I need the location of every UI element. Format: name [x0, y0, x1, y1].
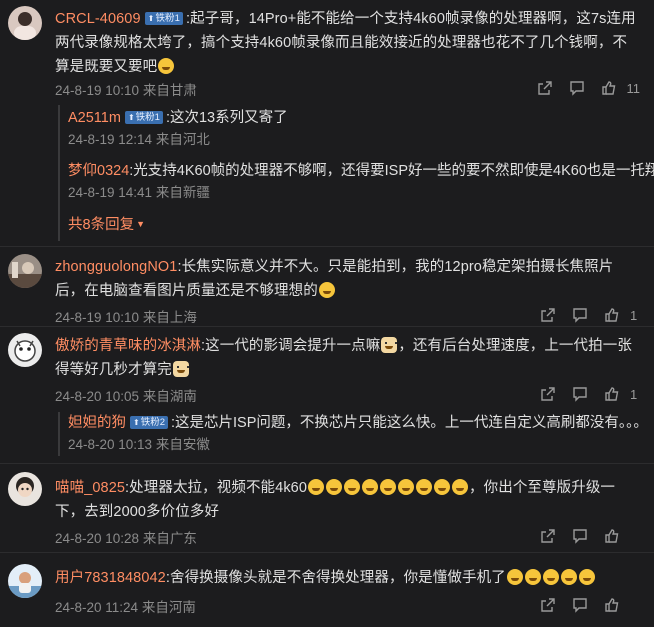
like-count: 1	[630, 386, 638, 402]
comment-body: :这一代的影调会提升一点嘛	[201, 338, 381, 354]
emoji	[380, 479, 397, 495]
emoji	[452, 479, 469, 495]
share-icon[interactable]	[532, 304, 564, 326]
emoji	[362, 479, 379, 495]
like-icon[interactable]	[596, 304, 628, 326]
emoji	[344, 479, 361, 495]
comment-meta: 24-8-19 10:10 来自上海	[55, 310, 197, 325]
username[interactable]: 用户7831848042	[55, 570, 166, 586]
reply-meta: 24-8-19 14:41 来自新疆	[68, 185, 210, 200]
comment-icon[interactable]	[561, 77, 593, 99]
emoji	[416, 479, 433, 495]
fan-badge: ⬆铁粉2	[130, 416, 168, 429]
comment-icon[interactable]	[564, 594, 596, 616]
comment-actions: 1	[532, 383, 640, 405]
badge-label: 铁粉2	[140, 417, 165, 428]
reply-body: :这次13系列又寄了	[165, 110, 288, 126]
like-icon[interactable]	[593, 77, 625, 99]
reply-item: A2511m ⬆铁粉1:这次13系列又寄了 24-8-19 12:14 来自河北	[68, 107, 642, 150]
emoji	[542, 569, 559, 585]
comment-body: :起子哥，14Pro+能不能给一个支持4k60帧录像的处理器啊，这7s连用两代录…	[55, 11, 636, 75]
reply-body: :这是芯片ISP问题，不换芯片只能这么快。上一代连自定义高刷都没有。。。	[171, 415, 648, 431]
divider	[0, 246, 654, 247]
divider	[0, 463, 654, 464]
like-icon[interactable]	[596, 594, 628, 616]
comment-meta: 24-8-20 10:05 来自湖南	[55, 389, 197, 404]
emoji	[326, 479, 343, 495]
reply-text: 妲妲的狗 ⬆铁粉2:这是芯片ISP问题，不换芯片只能这么快。上一代连自定义高刷都没…	[68, 412, 648, 434]
comment-meta: 24-8-19 10:10 来自甘肃	[55, 83, 197, 98]
reply-item: 妲妲的狗 ⬆铁粉2:这是芯片ISP问题，不换芯片只能这么快。上一代连自定义高刷都没…	[68, 412, 648, 455]
like-icon[interactable]	[596, 383, 628, 405]
reply-item: 梦仰0324:光支持4K60帧的处理器不够啊，还得要ISP好一些的要不然即使是4…	[68, 160, 654, 203]
emoji	[308, 479, 325, 495]
username[interactable]: CRCL-40609	[55, 11, 141, 27]
like-count: 1	[630, 307, 638, 323]
avatar[interactable]	[8, 333, 42, 367]
comment-text: CRCL-40609 ⬆铁粉1:起子哥，14Pro+能不能给一个支持4k60帧录像…	[55, 7, 636, 79]
view-more-replies[interactable]: 共8条回复 ▼	[68, 213, 642, 234]
emoji	[434, 479, 451, 495]
avatar[interactable]	[8, 564, 42, 598]
share-icon[interactable]	[532, 594, 564, 616]
comment-actions: 11	[529, 77, 641, 99]
fan-badge: ⬆铁粉1	[144, 12, 184, 25]
divider	[0, 552, 654, 553]
badge-up-icon: ⬆	[133, 418, 140, 427]
comment-text: 傲娇的青草味的冰淇淋:这一代的影调会提升一点嘛 ，还有后台处理速度，上一代拍一张得…	[55, 334, 636, 382]
emoji	[506, 569, 523, 585]
divider	[0, 326, 654, 327]
chevron-down-icon: ▼	[136, 219, 145, 229]
reply-thread: A2511m ⬆铁粉1:这次13系列又寄了 24-8-19 12:14 来自河北 …	[58, 105, 654, 241]
comment-body: :处理器太拉，视频不能4k60	[125, 480, 308, 496]
emoji	[318, 282, 335, 298]
reply-username[interactable]: A2511m	[68, 110, 121, 126]
avatar[interactable]	[8, 254, 42, 288]
reply-text: 梦仰0324:光支持4K60帧的处理器不够啊，还得要ISP好一些的要不然即使是4…	[68, 160, 654, 182]
emoji	[381, 337, 398, 353]
comment-icon[interactable]	[564, 383, 596, 405]
reply-meta: 24-8-20 10:13 来自安徽	[68, 437, 210, 452]
badge-label: 铁粉1	[135, 112, 160, 123]
comment-text: 用户7831848042:舍得换摄像头就是不舍得换处理器，你是懂做手机了	[55, 566, 636, 590]
reply-thread: 妲妲的狗 ⬆铁粉2:这是芯片ISP问题，不换芯片只能这么快。上一代连自定义高刷都没…	[58, 412, 648, 456]
comment-meta: 24-8-20 10:28 来自广东	[55, 531, 197, 546]
username[interactable]: 喵喵_0825	[55, 480, 125, 496]
share-icon[interactable]	[532, 525, 564, 547]
reply-username[interactable]: 梦仰0324	[68, 163, 129, 179]
share-icon[interactable]	[532, 383, 564, 405]
comment-actions	[532, 525, 640, 547]
emoji	[158, 58, 175, 74]
emoji	[172, 361, 189, 377]
reply-body: :光支持4K60帧的处理器不够啊，还得要ISP好一些的要不然即使是4K60也是一…	[129, 163, 654, 179]
reply-username[interactable]: 妲妲的狗	[68, 415, 126, 431]
username[interactable]: 傲娇的青草味的冰淇淋	[55, 338, 201, 354]
comment-icon[interactable]	[564, 525, 596, 547]
avatar[interactable]	[8, 6, 42, 40]
comment-text: zhongguolongNO1:长焦实际意义并不大。只是能拍到，我的12pro稳…	[55, 255, 636, 303]
emoji	[398, 479, 415, 495]
fan-badge: ⬆铁粉1	[124, 111, 163, 124]
comment-actions	[532, 594, 640, 616]
comment-icon[interactable]	[564, 304, 596, 326]
badge-label: 铁粉1	[155, 13, 181, 24]
badge-up-icon: ⬆	[127, 113, 135, 122]
share-icon[interactable]	[529, 77, 561, 99]
reply-text: A2511m ⬆铁粉1:这次13系列又寄了	[68, 107, 642, 129]
like-icon[interactable]	[596, 525, 628, 547]
badge-up-icon: ⬆	[147, 14, 155, 23]
reply-meta: 24-8-19 12:14 来自河北	[68, 132, 210, 147]
like-count: 11	[626, 80, 641, 96]
emoji	[524, 569, 541, 585]
comment-text: 喵喵_0825:处理器太拉，视频不能4k60 ，你出个至尊版升级一下，去到2000…	[55, 476, 636, 524]
comment-meta: 24-8-20 11:24 来自河南	[55, 600, 196, 615]
username[interactable]: zhongguolongNO1	[55, 259, 177, 275]
emoji	[560, 569, 577, 585]
emoji	[578, 569, 595, 585]
comment-actions: 1	[532, 304, 640, 326]
comment-body: :舍得换摄像头就是不舍得换处理器，你是懂做手机了	[165, 570, 506, 586]
more-label: 共8条回复	[68, 217, 135, 233]
avatar[interactable]	[8, 472, 42, 506]
